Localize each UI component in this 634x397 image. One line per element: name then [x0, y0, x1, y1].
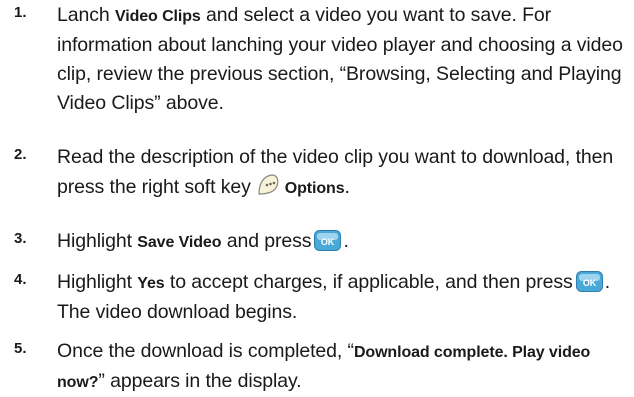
step-number: 3.	[14, 230, 27, 247]
svg-text:OK: OK	[583, 278, 597, 288]
step-number: 1.	[14, 4, 27, 21]
soft-key-icon	[258, 174, 279, 195]
menu-item-video-clips: Video Clips	[114, 8, 201, 25]
step-number: 5.	[14, 340, 27, 357]
instruction-list: 1. Lanch Video Clips and select a video …	[0, 0, 634, 392]
step-number: 4.	[14, 271, 27, 288]
menu-item-yes: Yes	[137, 275, 165, 292]
step-text: Highlight Yes to accept charges, if appl…	[57, 271, 611, 323]
step-text: Lanch Video Clips and select a video you…	[57, 4, 623, 114]
menu-item-save-video: Save Video	[137, 234, 222, 251]
ok-key-icon: OK	[575, 271, 603, 292]
step-number: 2.	[14, 146, 27, 163]
options-label: Options	[284, 180, 345, 197]
step-text: Once the download is completed, “Downloa…	[57, 340, 591, 392]
step-text: Highlight Save Video and press OK.	[57, 230, 349, 252]
step-text: Read the description of the video clip y…	[57, 146, 614, 198]
svg-text:OK: OK	[321, 237, 335, 247]
ok-key-icon: OK	[314, 230, 342, 251]
